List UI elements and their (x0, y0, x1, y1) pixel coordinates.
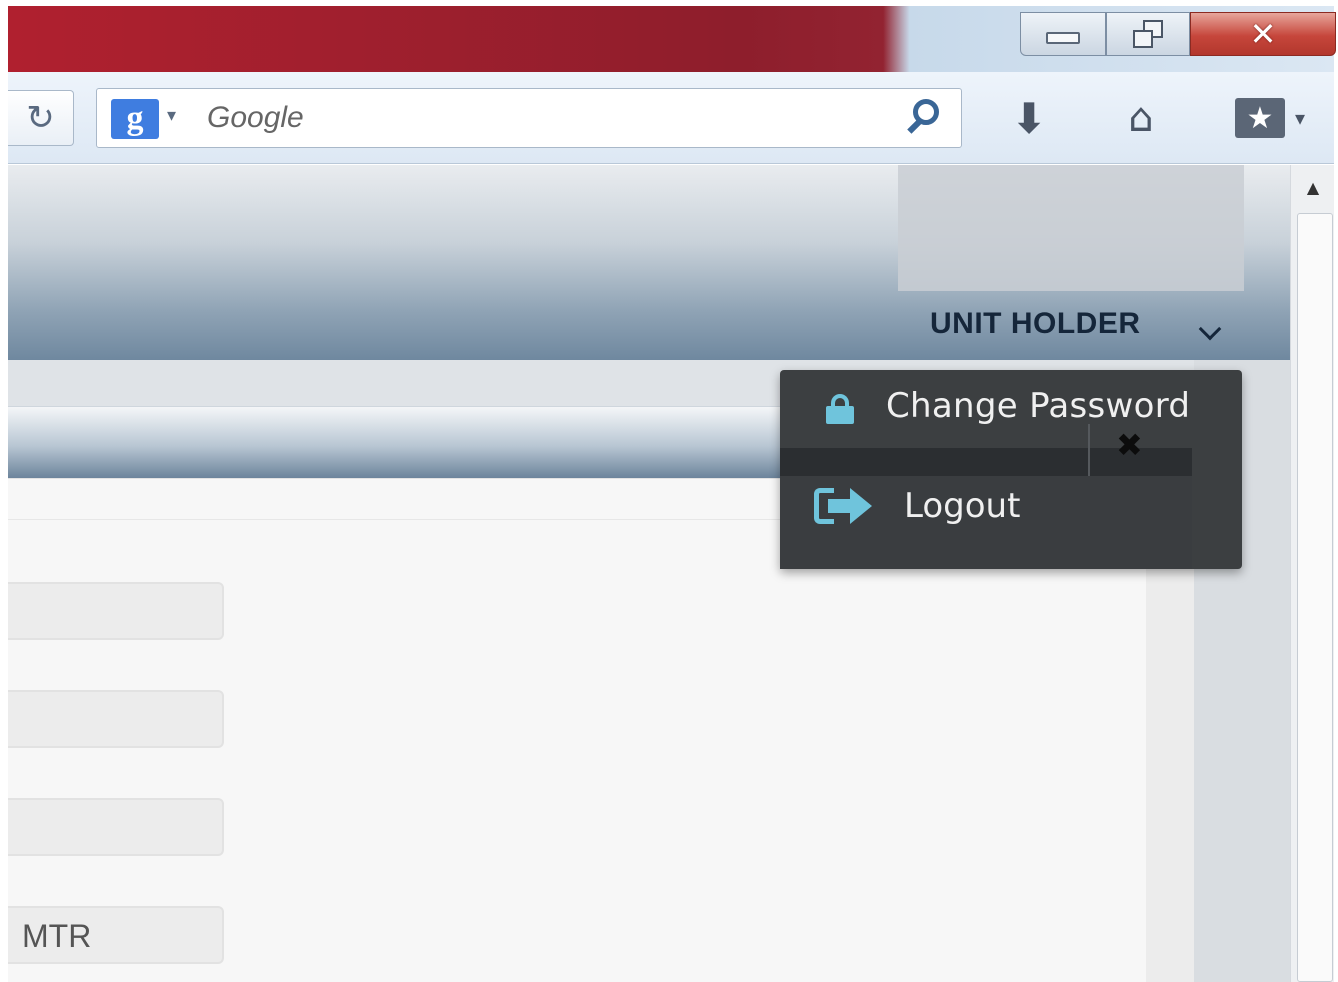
browser-toolbar: ↻ g ▾ ⬇ ⌂ ★ ▾ (8, 72, 1334, 164)
google-logo-icon[interactable]: g (111, 99, 159, 139)
app-header: UNIT HOLDER (8, 165, 1290, 360)
window-title-bar: ✕ (8, 6, 1336, 72)
form-field[interactable] (8, 798, 224, 856)
restore-icon (1133, 20, 1163, 48)
reload-button[interactable]: ↻ (8, 90, 74, 146)
form-field[interactable] (8, 582, 224, 640)
close-window-button[interactable]: ✕ (1190, 12, 1336, 56)
form-field[interactable] (8, 690, 224, 748)
field-value: MTR (22, 918, 92, 954)
minimize-icon (1046, 32, 1080, 44)
menu-item-logout[interactable]: Logout (780, 476, 1192, 569)
vertical-scrollbar[interactable]: ▲ (1290, 165, 1334, 982)
menu-item-label: Logout (904, 486, 1021, 526)
minimize-button[interactable] (1020, 12, 1106, 56)
bookmarks-icon: ★ (1234, 98, 1285, 138)
search-engine-dropdown-icon[interactable]: ▾ (167, 105, 176, 126)
reload-icon: ↻ (26, 98, 55, 138)
search-bar[interactable]: g ▾ (96, 88, 962, 148)
lock-icon (826, 394, 854, 424)
divider (1088, 424, 1090, 476)
search-icon[interactable] (903, 97, 943, 137)
menu-item-label: Change Password (886, 386, 1191, 426)
logout-icon (814, 484, 874, 528)
web-page: UNIT HOLDER MTR (8, 165, 1290, 982)
close-icon: ✕ (1249, 15, 1277, 53)
menu-item-change-password[interactable]: Change Password (780, 370, 1242, 448)
chevron-down-icon: ▾ (1294, 106, 1306, 130)
search-input[interactable] (207, 97, 887, 139)
logo-area (898, 165, 1244, 291)
user-menu-label[interactable]: UNIT HOLDER (930, 307, 1141, 341)
chevron-down-icon[interactable] (1196, 317, 1224, 345)
window-controls: ✕ (1020, 12, 1338, 56)
user-dropdown-menu: Change Password ✖ Logout (780, 370, 1242, 569)
restore-button[interactable] (1106, 12, 1190, 56)
scroll-up-arrow-icon[interactable]: ▲ (1291, 165, 1335, 209)
bookmarks-button[interactable]: ★ ▾ (1222, 94, 1318, 142)
form-field[interactable]: MTR (8, 906, 224, 964)
download-icon[interactable]: ⬇ (1002, 94, 1056, 143)
home-icon[interactable]: ⌂ (1114, 94, 1168, 142)
close-icon[interactable]: ✖ (1116, 426, 1143, 464)
scroll-thumb[interactable] (1297, 213, 1333, 982)
